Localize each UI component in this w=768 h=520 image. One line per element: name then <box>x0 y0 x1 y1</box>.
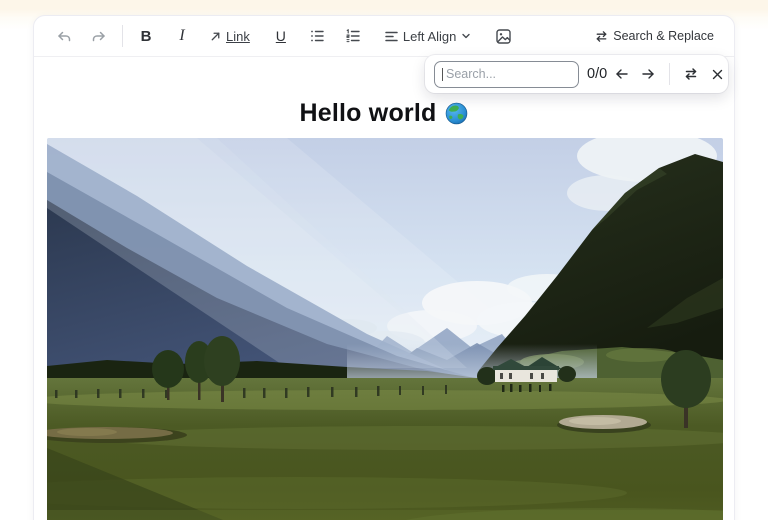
heading-text: Hello world <box>300 99 437 128</box>
swap-arrows-icon <box>594 29 609 44</box>
bullet-list-button[interactable] <box>302 21 332 51</box>
search-replace-popup: 0/0 <box>425 55 728 93</box>
document-area[interactable]: Hello world <box>34 99 734 520</box>
toolbar: B I Link U <box>34 16 734 57</box>
previous-match-button[interactable] <box>609 61 635 87</box>
link-button[interactable]: Link <box>203 21 256 51</box>
align-selected-label: Left Align <box>403 29 457 44</box>
underline-button[interactable]: U <box>266 21 296 51</box>
arrow-up-right-icon <box>209 30 222 43</box>
bold-button[interactable]: B <box>131 21 161 51</box>
match-counter: 0/0 <box>587 66 607 82</box>
landscape-photo <box>47 138 723 520</box>
bold-label: B <box>141 28 152 45</box>
link-label: Link <box>226 29 250 44</box>
undo-icon <box>55 28 72 45</box>
align-left-icon <box>384 29 399 44</box>
image-icon <box>495 28 512 45</box>
toolbar-divider <box>122 25 123 47</box>
document-heading: Hello world <box>47 99 721 128</box>
chevron-down-icon <box>460 30 472 42</box>
underline-label: U <box>276 28 286 44</box>
search-input-wrap <box>434 61 579 88</box>
insert-image-button[interactable] <box>488 21 518 51</box>
text-caret <box>442 68 443 81</box>
bullet-list-icon <box>309 28 325 44</box>
search-input[interactable] <box>434 61 579 88</box>
ordered-list-icon <box>345 28 361 44</box>
popup-divider <box>669 63 670 85</box>
redo-icon <box>91 28 108 45</box>
next-match-button[interactable] <box>635 61 661 87</box>
globe-emoji-icon <box>445 102 468 125</box>
arrow-right-icon <box>640 66 656 82</box>
undo-button[interactable] <box>48 21 78 51</box>
document-image[interactable] <box>47 138 723 520</box>
redo-button[interactable] <box>84 21 114 51</box>
close-search-button[interactable] <box>704 61 730 87</box>
align-dropdown[interactable]: Left Align <box>378 21 479 51</box>
italic-label: I <box>179 27 184 45</box>
ordered-list-button[interactable] <box>338 21 368 51</box>
italic-button[interactable]: I <box>167 21 197 51</box>
swap-arrows-icon <box>683 66 699 82</box>
close-icon <box>710 67 725 82</box>
search-replace-button[interactable]: Search & Replace <box>588 21 720 51</box>
search-replace-label: Search & Replace <box>613 29 714 43</box>
arrow-left-icon <box>614 66 630 82</box>
toggle-replace-button[interactable] <box>678 61 704 87</box>
